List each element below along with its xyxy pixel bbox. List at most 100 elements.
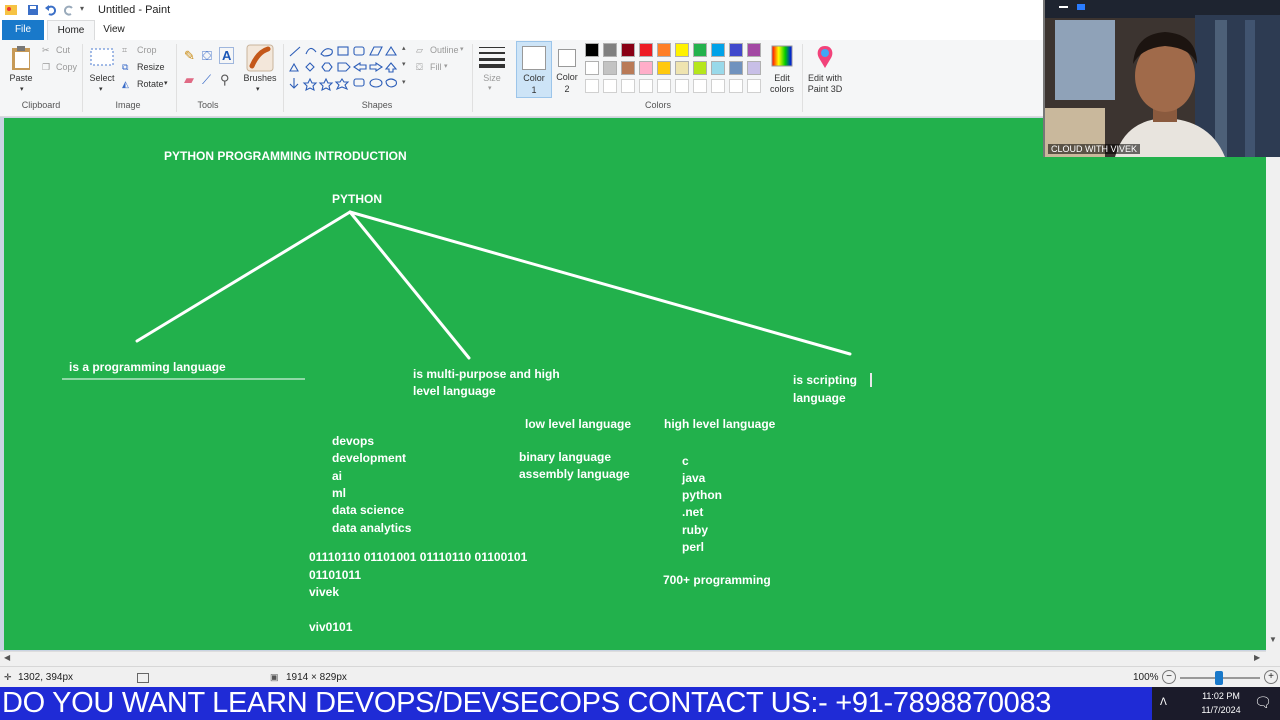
zoom-slider-thumb[interactable] bbox=[1215, 671, 1223, 685]
palette-swatch[interactable] bbox=[621, 43, 635, 57]
palette-swatch[interactable] bbox=[603, 61, 617, 75]
low-level-title: low level language bbox=[525, 417, 632, 431]
color2-button[interactable]: Color 2 bbox=[552, 41, 582, 96]
fill-bucket-icon[interactable]: ⛋ bbox=[202, 48, 212, 64]
custom-color-slot[interactable] bbox=[603, 79, 617, 93]
tab-home[interactable]: Home bbox=[47, 20, 95, 41]
edit-colors-label-2[interactable]: colors bbox=[764, 84, 800, 94]
quick-access-dropdown-icon[interactable]: ▾ bbox=[80, 4, 84, 13]
vertical-scrollbar[interactable]: ▼ bbox=[1266, 117, 1280, 651]
select-button[interactable]: Select bbox=[86, 73, 118, 83]
custom-color-slot[interactable] bbox=[747, 79, 761, 93]
outline-icon[interactable]: ▱ bbox=[416, 45, 423, 56]
paste-button[interactable]: Paste bbox=[4, 73, 38, 83]
save-icon[interactable] bbox=[26, 3, 40, 17]
redo-icon[interactable] bbox=[62, 3, 76, 17]
palette-swatch[interactable] bbox=[711, 61, 725, 75]
horizontal-scrollbar[interactable]: ◀ ▶ bbox=[0, 651, 1266, 666]
palette-swatch[interactable] bbox=[711, 43, 725, 57]
rotate-icon[interactable]: ◭ bbox=[122, 79, 129, 90]
edit-with-paint3d-label[interactable]: Edit with bbox=[804, 73, 846, 83]
palette-swatch[interactable] bbox=[585, 43, 599, 57]
pencil-icon[interactable]: ✎ bbox=[184, 48, 195, 64]
outline-dropdown-icon[interactable]: ▾ bbox=[460, 45, 464, 53]
shapes-scroll-down-icon[interactable]: ▾ bbox=[402, 60, 406, 68]
custom-color-slot[interactable] bbox=[621, 79, 635, 93]
crop-button[interactable]: Crop bbox=[137, 45, 157, 55]
brushes-button[interactable]: Brushes bbox=[240, 73, 280, 83]
cut-icon[interactable]: ✂ bbox=[42, 45, 50, 56]
palette-swatch[interactable] bbox=[747, 43, 761, 57]
tab-file[interactable]: File bbox=[2, 20, 44, 40]
paint-3d-icon[interactable] bbox=[814, 44, 836, 70]
size-icon[interactable] bbox=[478, 44, 506, 68]
palette-swatch[interactable] bbox=[693, 43, 707, 57]
tab-view[interactable]: View bbox=[95, 20, 133, 40]
scroll-down-arrow-icon[interactable]: ▼ bbox=[1269, 635, 1277, 644]
rotate-dropdown-icon[interactable]: ▾ bbox=[164, 79, 168, 87]
custom-color-slot[interactable] bbox=[711, 79, 725, 93]
fill-icon[interactable]: ⛋ bbox=[416, 62, 423, 73]
palette-swatch[interactable] bbox=[639, 61, 653, 75]
palette-swatch[interactable] bbox=[603, 43, 617, 57]
paste-icon[interactable] bbox=[10, 44, 32, 72]
clock-date[interactable]: 11/7/2024 bbox=[1180, 705, 1262, 715]
size-button[interactable]: Size bbox=[476, 73, 508, 83]
palette-swatch[interactable] bbox=[621, 61, 635, 75]
palette-swatch[interactable] bbox=[639, 43, 653, 57]
custom-color-slot[interactable] bbox=[639, 79, 653, 93]
tools-group-label: Tools bbox=[197, 100, 219, 110]
palette-swatch[interactable] bbox=[729, 43, 743, 57]
shapes-scroll-up-icon[interactable]: ▴ bbox=[402, 44, 406, 52]
palette-swatch[interactable] bbox=[729, 61, 743, 75]
paste-dropdown-icon[interactable]: ▾ bbox=[20, 85, 24, 93]
shapes-gallery[interactable] bbox=[288, 44, 410, 94]
notifications-icon[interactable]: 🗨 bbox=[1254, 694, 1272, 711]
select-icon[interactable] bbox=[90, 46, 114, 68]
palette-swatch[interactable] bbox=[675, 43, 689, 57]
palette-swatch[interactable] bbox=[747, 61, 761, 75]
fill-dropdown-icon[interactable]: ▾ bbox=[444, 62, 448, 70]
zoom-out-icon[interactable]: − bbox=[1162, 670, 1176, 684]
clock-time[interactable]: 11:02 PM bbox=[1180, 691, 1262, 701]
crop-icon[interactable]: ⌗ bbox=[122, 45, 127, 56]
custom-color-slot[interactable] bbox=[693, 79, 707, 93]
palette-swatch[interactable] bbox=[585, 61, 599, 75]
rotate-button[interactable]: Rotate bbox=[137, 79, 164, 89]
edit-with-paint3d-label-2[interactable]: Paint 3D bbox=[804, 84, 846, 94]
edit-colors-icon[interactable] bbox=[770, 44, 794, 68]
zoom-in-icon[interactable]: + bbox=[1264, 670, 1278, 684]
color1-button[interactable]: Color 1 bbox=[516, 41, 552, 98]
select-dropdown-icon[interactable]: ▾ bbox=[99, 85, 103, 93]
scroll-left-arrow-icon[interactable]: ◀ bbox=[4, 653, 10, 662]
palette-swatch[interactable] bbox=[675, 61, 689, 75]
palette-swatch[interactable] bbox=[657, 43, 671, 57]
custom-color-slot[interactable] bbox=[585, 79, 599, 93]
custom-color-slot[interactable] bbox=[729, 79, 743, 93]
edit-colors-label[interactable]: Edit bbox=[764, 73, 800, 83]
custom-color-slot[interactable] bbox=[657, 79, 671, 93]
copy-icon[interactable]: ❐ bbox=[42, 62, 50, 73]
drawing-canvas[interactable]: PYTHON PROGRAMMING INTRODUCTION PYTHON i… bbox=[4, 118, 1266, 650]
copy-button[interactable]: Copy bbox=[56, 62, 77, 72]
brushes-dropdown-icon[interactable]: ▾ bbox=[256, 85, 260, 93]
text-tool-icon[interactable]: A bbox=[219, 47, 235, 64]
palette-swatch[interactable] bbox=[657, 61, 671, 75]
fill-button[interactable]: Fill bbox=[430, 62, 442, 72]
magnifier-icon[interactable]: ⚲ bbox=[220, 72, 230, 88]
resize-button[interactable]: Resize bbox=[137, 62, 165, 72]
brushes-icon[interactable] bbox=[246, 44, 274, 72]
size-dropdown-icon[interactable]: ▾ bbox=[488, 84, 492, 92]
shapes-more-icon[interactable]: ▾ bbox=[402, 78, 406, 86]
scroll-right-arrow-icon[interactable]: ▶ bbox=[1254, 653, 1260, 662]
cut-button[interactable]: Cut bbox=[56, 45, 70, 55]
tray-chevron-icon[interactable]: ᐱ bbox=[1160, 697, 1167, 708]
color-picker-icon[interactable]: ⟋ bbox=[202, 72, 211, 88]
resize-icon[interactable]: ⧉ bbox=[122, 62, 128, 73]
custom-color-slot[interactable] bbox=[675, 79, 689, 93]
outline-button[interactable]: Outline bbox=[430, 45, 459, 55]
eraser-icon[interactable]: ▰ bbox=[184, 72, 194, 88]
undo-icon[interactable] bbox=[44, 3, 58, 17]
minimize-icon[interactable] bbox=[1059, 6, 1068, 8]
palette-swatch[interactable] bbox=[693, 61, 707, 75]
